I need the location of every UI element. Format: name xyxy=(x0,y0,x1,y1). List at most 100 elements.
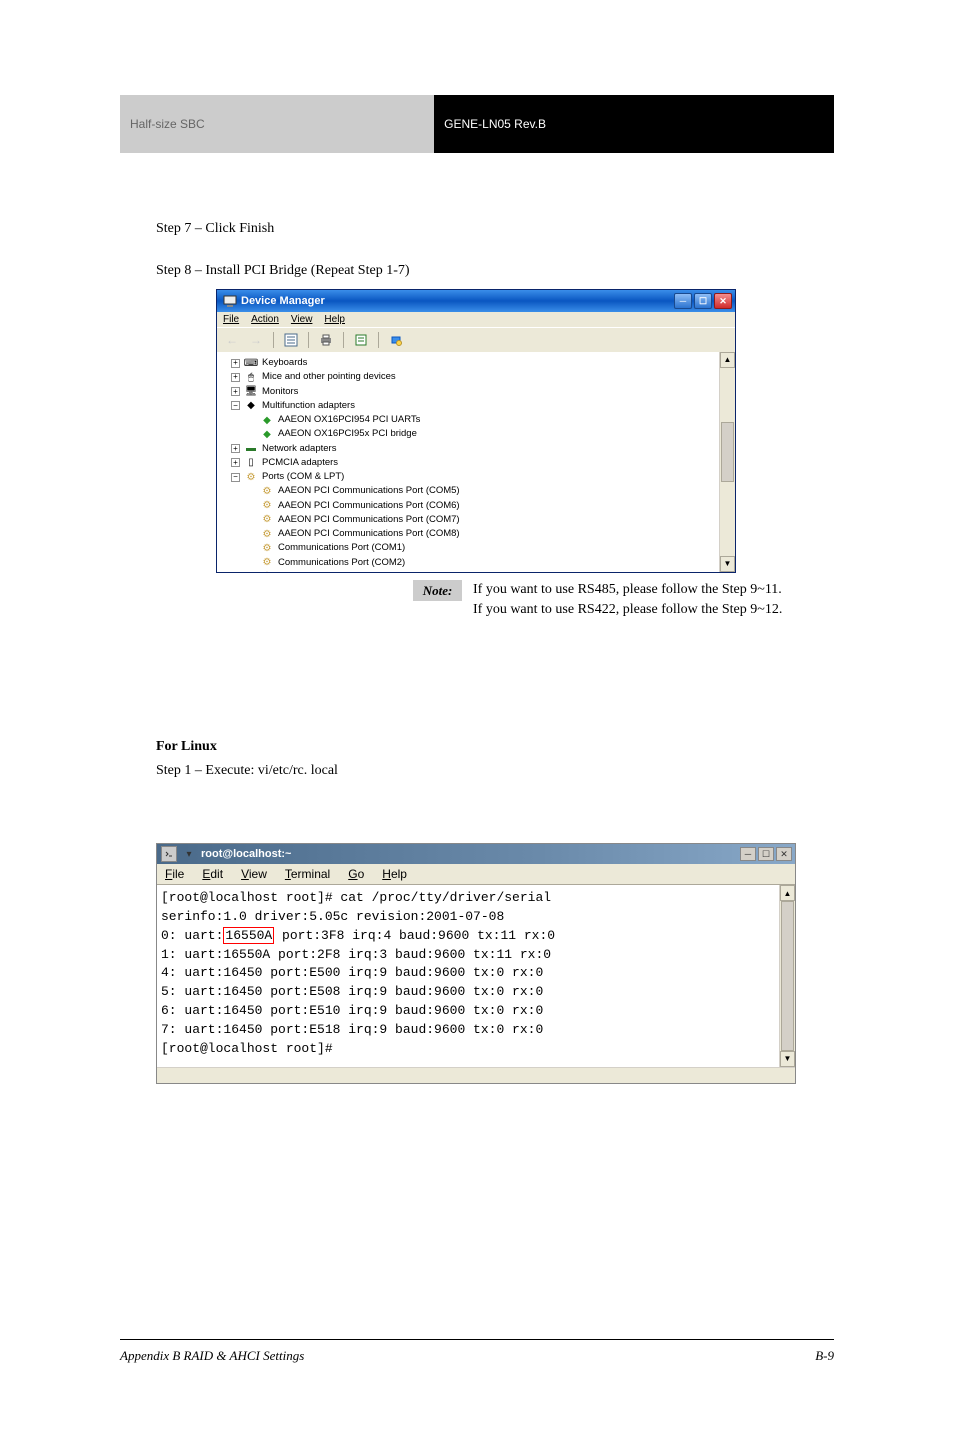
tree-label: PCMCIA adapters xyxy=(262,456,338,470)
note-line-2: If you want to use RS422, please follow … xyxy=(473,600,782,620)
tree-keyboards[interactable]: + ⌨ Keyboards xyxy=(231,356,729,370)
tree-label: Communications Port (COM2) xyxy=(278,556,405,570)
print-icon[interactable] xyxy=(317,331,335,349)
tree-port-com2[interactable]: ⚙ Communications Port (COM2) xyxy=(231,556,729,570)
term-menu-view[interactable]: View xyxy=(241,867,267,881)
properties-icon[interactable] xyxy=(352,331,370,349)
tree-label: AAEON PCI Communications Port (COM7) xyxy=(278,513,460,527)
footer-left: Appendix B RAID & AHCI Settings xyxy=(120,1348,304,1364)
terminal-maximize-button[interactable]: ☐ xyxy=(758,847,774,861)
terminal-output[interactable]: [root@localhost root]# cat /proc/tty/dri… xyxy=(157,885,779,1067)
scroll-thumb[interactable] xyxy=(721,422,734,482)
pcmcia-icon: ▯ xyxy=(244,456,258,470)
device-manager-icon xyxy=(223,294,237,308)
tree-port-com6[interactable]: ⚙ AAEON PCI Communications Port (COM6) xyxy=(231,499,729,513)
footer-right: B-9 xyxy=(815,1348,834,1364)
tree-label: Multifunction adapters xyxy=(262,399,355,413)
terminal-bottom-scrollbar[interactable] xyxy=(157,1067,795,1083)
tree-label: AAEON PCI Communications Port (COM6) xyxy=(278,499,460,513)
menu-view[interactable]: View xyxy=(291,314,313,325)
device-manager-menubar: File Action View Help xyxy=(217,312,735,327)
tree-port-com7[interactable]: ⚙ AAEON PCI Communications Port (COM7) xyxy=(231,513,729,527)
term-menu-terminal[interactable]: Terminal xyxy=(285,867,330,881)
port-icon: ⚙ xyxy=(260,513,274,527)
terminal-minimize-button[interactable]: ─ xyxy=(740,847,756,861)
tree-mice[interactable]: + 🖱 Mice and other pointing devices xyxy=(231,370,729,384)
term-menu-help[interactable]: Help xyxy=(382,867,407,881)
tree-label: Network adapters xyxy=(262,442,336,456)
tree-network[interactable]: + ▬ Network adapters xyxy=(231,442,729,456)
port-icon: ⚙ xyxy=(260,541,274,555)
terminal-scrollbar[interactable]: ▲ ▼ xyxy=(779,885,795,1067)
expand-icon[interactable]: + xyxy=(231,458,240,467)
close-button[interactable]: ✕ xyxy=(714,293,732,309)
tree-label: Ports (COM & LPT) xyxy=(262,470,344,484)
tree-mf-bridge[interactable]: ◆ AAEON OX16PCI95x PCI bridge xyxy=(231,427,729,441)
note-line-1: If you want to use RS485, please follow … xyxy=(473,580,782,600)
tree-label: AAEON PCI Communications Port (COM5) xyxy=(278,484,460,498)
device-manager-titlebar[interactable]: Device Manager ─ ☐ ✕ xyxy=(217,290,735,312)
port-icon: ⚙ xyxy=(260,499,274,513)
note-text: If you want to use RS485, please follow … xyxy=(473,580,782,621)
scroll-thumb[interactable] xyxy=(781,901,794,1051)
keyboard-icon: ⌨ xyxy=(244,356,258,370)
tree-view-icon[interactable] xyxy=(282,331,300,349)
tree-label: Monitors xyxy=(262,385,298,399)
menu-help[interactable]: Help xyxy=(324,314,345,325)
terminal-app-icon xyxy=(161,846,177,862)
linux-step1: Step 1 – Execute: vi/etc/rc. local xyxy=(156,760,834,781)
menu-file[interactable]: File xyxy=(223,314,239,325)
collapse-icon[interactable]: − xyxy=(231,473,240,482)
scroll-up-icon[interactable]: ▲ xyxy=(780,885,795,901)
device-tree: + ⌨ Keyboards + 🖱 Mice and other pointin… xyxy=(217,352,735,572)
tree-ports[interactable]: − ⚙ Ports (COM & LPT) xyxy=(231,470,729,484)
expand-icon[interactable]: + xyxy=(231,387,240,396)
terminal-close-button[interactable]: ✕ xyxy=(776,847,792,861)
network-icon: ▬ xyxy=(244,442,258,456)
tree-port-com3[interactable]: ⚙ Communications Port (COM3) xyxy=(231,570,729,572)
maximize-button[interactable]: ☐ xyxy=(694,293,712,309)
tree-mf-uarts[interactable]: ◆ AAEON OX16PCI954 PCI UARTs xyxy=(231,413,729,427)
term-menu-file[interactable]: File xyxy=(165,867,184,881)
forward-button[interactable]: → xyxy=(247,331,265,349)
term-menu-go[interactable]: Go xyxy=(348,867,364,881)
mouse-icon: 🖱 xyxy=(244,370,258,384)
expand-icon[interactable]: + xyxy=(231,444,240,453)
chip-icon: ◆ xyxy=(260,427,274,441)
expand-icon[interactable]: + xyxy=(231,373,240,382)
chip-icon: ◆ xyxy=(260,413,274,427)
scroll-down-icon[interactable]: ▼ xyxy=(780,1051,795,1067)
terminal-titlebar[interactable]: ▾ root@localhost:~ ─ ☐ ✕ xyxy=(157,844,795,864)
term-menu-edit[interactable]: Edit xyxy=(202,867,223,881)
back-button[interactable]: ← xyxy=(223,331,241,349)
step-8-text: Step 8 – Install PCI Bridge (Repeat Step… xyxy=(156,260,834,281)
tree-label: AAEON PCI Communications Port (COM8) xyxy=(278,527,460,541)
tree-scrollbar[interactable]: ▲ ▼ xyxy=(719,352,735,572)
step-7-text: Step 7 – Click Finish xyxy=(156,218,834,239)
header-right-label: GENE-LN05 Rev.B xyxy=(434,95,834,153)
menu-action[interactable]: Action xyxy=(251,314,279,325)
tree-port-com5[interactable]: ⚙ AAEON PCI Communications Port (COM5) xyxy=(231,484,729,498)
terminal-menubar: File Edit View Terminal Go Help xyxy=(157,864,795,885)
expand-icon[interactable]: + xyxy=(231,359,240,368)
tree-label: Communications Port (COM3) xyxy=(278,570,405,572)
scan-icon[interactable] xyxy=(387,331,405,349)
tree-monitors[interactable]: + 🖥 Monitors xyxy=(231,385,729,399)
tree-pcmcia[interactable]: + ▯ PCMCIA adapters xyxy=(231,456,729,470)
tree-port-com1[interactable]: ⚙ Communications Port (COM1) xyxy=(231,541,729,555)
scroll-down-icon[interactable]: ▼ xyxy=(720,556,735,572)
page-footer: Appendix B RAID & AHCI Settings B-9 xyxy=(120,1339,834,1364)
terminal-title: root@localhost:~ xyxy=(201,848,740,860)
tree-multifunction[interactable]: − ◆ Multifunction adapters xyxy=(231,399,729,413)
adapter-icon: ◆ xyxy=(244,399,258,413)
device-manager-title: Device Manager xyxy=(241,295,674,307)
chevron-down-icon[interactable]: ▾ xyxy=(181,846,197,862)
tree-port-com8[interactable]: ⚙ AAEON PCI Communications Port (COM8) xyxy=(231,527,729,541)
port-icon: ⚙ xyxy=(260,570,274,572)
device-manager-window: Device Manager ─ ☐ ✕ File Action View He… xyxy=(216,289,736,573)
collapse-icon[interactable]: − xyxy=(231,401,240,410)
tree-label: AAEON OX16PCI954 PCI UARTs xyxy=(278,413,420,427)
scroll-up-icon[interactable]: ▲ xyxy=(720,352,735,368)
minimize-button[interactable]: ─ xyxy=(674,293,692,309)
note-label: Note: xyxy=(413,580,462,601)
